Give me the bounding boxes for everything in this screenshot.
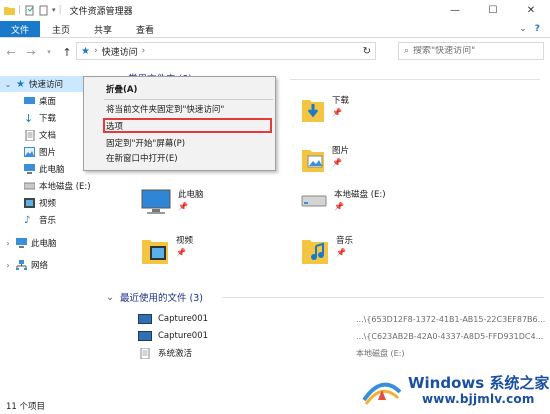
pin-icon: 📌 (176, 248, 186, 257)
pin-icon: 📌 (336, 248, 346, 257)
address-bar[interactable]: ★ › 快速访问 › ↻ (76, 42, 376, 60)
menu-item-open-new-window[interactable]: 在新窗口中打开(E) (106, 151, 178, 165)
watermark-url: www.bjjmlv.com (422, 392, 535, 406)
music-icon: ♪ (24, 214, 31, 226)
tab-file[interactable]: 文件 (0, 21, 41, 37)
image-file-icon (138, 331, 152, 341)
video-icon (24, 198, 35, 208)
menu-item-collapse[interactable]: 折叠(A) (106, 82, 137, 96)
sidebar-item-videos[interactable]: 视频 (24, 195, 56, 211)
window-controls: — ☐ ✕ (436, 0, 550, 20)
menu-item-pin-to-quick-access[interactable]: 将当前文件夹固定到"快速访问" (106, 102, 224, 116)
sidebar-item-network[interactable]: › 网络 (4, 257, 48, 273)
chevron-down-icon: ⌄ (106, 291, 114, 303)
group-divider (222, 297, 544, 298)
close-button[interactable]: ✕ (512, 0, 550, 20)
desktop-icon (24, 97, 35, 104)
recent-locations-icon[interactable]: ▾ (42, 48, 56, 56)
context-menu: 折叠(A) 将当前文件夹固定到"快速访问" 选项 固定到"开始"屏幕(P) 在新… (83, 76, 276, 171)
watermark: Windows 系统之家 www.bjjmlv.com (360, 368, 550, 414)
sidebar-item-music[interactable]: ♪ 音乐 (24, 212, 56, 228)
computer-icon (16, 238, 27, 248)
search-input[interactable] (413, 46, 534, 56)
video-folder-icon (142, 240, 168, 264)
table-row[interactable]: Capture001 ...\{653D12F8-1372-41B1-AB15-… (138, 311, 548, 327)
image-file-icon (138, 314, 152, 324)
computer-icon (24, 164, 35, 174)
up-arrow-icon[interactable]: ↑ (60, 46, 74, 59)
tab-view[interactable]: 查看 (124, 21, 166, 37)
network-icon (16, 260, 27, 270)
navigation-bar: ← → ▾ ↑ ★ › 快速访问 › ↻ ⌕ (0, 39, 550, 65)
group-header-recent[interactable]: ⌄ 最近使用的文件 (3) (106, 290, 203, 305)
chevron-right-icon[interactable]: › (4, 261, 12, 270)
item-count: 11 个项目 (6, 401, 46, 412)
ribbon-tabs: 文件 主页 共享 查看 ⌄ ? (0, 21, 550, 38)
sidebar-item-this-pc[interactable]: 此电脑 (24, 161, 65, 177)
breadcrumb-quick-access[interactable]: 快速访问 (102, 45, 138, 58)
menu-separator (104, 99, 273, 100)
window-title: 文件资源管理器 (69, 6, 133, 17)
download-folder-icon (302, 100, 324, 122)
table-row[interactable]: 系统激活 本地磁盘 (E:) (138, 345, 548, 361)
sidebar-item-local-disk[interactable]: 本地磁盘 (E:) (24, 178, 91, 194)
customize-toolbar-icon[interactable]: ▾ (52, 6, 56, 14)
pin-icon: 📌 (334, 202, 344, 211)
chevron-right-icon[interactable]: › (4, 239, 12, 248)
sidebar-item-downloads[interactable]: ↓ 下载 (24, 110, 56, 126)
tab-share[interactable]: 共享 (82, 21, 124, 37)
maximize-button[interactable]: ☐ (474, 0, 512, 20)
sidebar-item-desktop[interactable]: 桌面 (24, 93, 56, 109)
group-divider (290, 79, 540, 80)
text-file-icon (140, 347, 150, 359)
folder-icon (4, 6, 15, 15)
windows-logo-icon (362, 382, 402, 405)
tile-music[interactable]: 音乐 📌 (300, 234, 353, 266)
disk-icon (301, 195, 327, 207)
table-row[interactable]: Capture001 ...\{C623AB2B-42A0-4337-A8D5-… (138, 328, 548, 344)
help-icon[interactable]: ? (535, 24, 540, 34)
expand-ribbon-icon[interactable]: ⌄ (519, 24, 527, 34)
computer-icon (141, 189, 171, 214)
star-icon: ★ (16, 78, 25, 90)
tile-local-disk[interactable]: 本地磁盘 (E:) 📌 (300, 188, 386, 212)
picture-icon (24, 147, 35, 157)
disk-icon (24, 182, 35, 190)
new-folder-icon[interactable] (38, 5, 49, 16)
forward-arrow-icon[interactable]: → (24, 46, 38, 59)
document-icon (25, 129, 35, 141)
pin-icon: 📌 (178, 202, 188, 211)
minimize-button[interactable]: — (436, 0, 474, 20)
tile-this-pc[interactable]: 此电脑 📌 (140, 188, 204, 216)
breadcrumb-separator-icon: › (141, 46, 146, 56)
sidebar-item-this-pc-root[interactable]: › 此电脑 (4, 235, 57, 251)
music-folder-icon (302, 240, 328, 264)
download-icon: ↓ (24, 111, 34, 125)
refresh-icon[interactable]: ↻ (363, 46, 371, 57)
tile-videos[interactable]: 视频 📌 (140, 234, 193, 266)
search-box[interactable]: ⌕ (398, 42, 544, 60)
pin-icon: 📌 (332, 108, 342, 117)
breadcrumb-separator-icon: › (93, 46, 98, 56)
menu-item-pin-to-start[interactable]: 固定到"开始"屏幕(P) (106, 136, 185, 150)
chevron-down-icon[interactable]: ⌄ (4, 80, 12, 89)
back-arrow-icon[interactable]: ← (4, 46, 18, 59)
sidebar-item-pictures[interactable]: 图片 (24, 144, 56, 160)
watermark-text: Windows 系统之家 (408, 374, 550, 392)
star-icon: ★ (81, 45, 90, 57)
pin-icon: 📌 (332, 158, 342, 167)
sidebar-item-documents[interactable]: 文档 (24, 127, 56, 143)
title-bar: | ▾ | 文件资源管理器 — ☐ ✕ (0, 0, 550, 20)
search-icon: ⌕ (404, 46, 410, 56)
properties-icon[interactable] (24, 5, 35, 16)
quick-access-toolbar: | ▾ | (0, 5, 62, 16)
tile-downloads[interactable]: 下载 📌 (300, 94, 349, 124)
tab-home[interactable]: 主页 (40, 21, 82, 37)
pictures-folder-icon (302, 150, 324, 172)
tile-pictures[interactable]: 图片 📌 (300, 144, 349, 174)
highlight-box (103, 118, 272, 133)
